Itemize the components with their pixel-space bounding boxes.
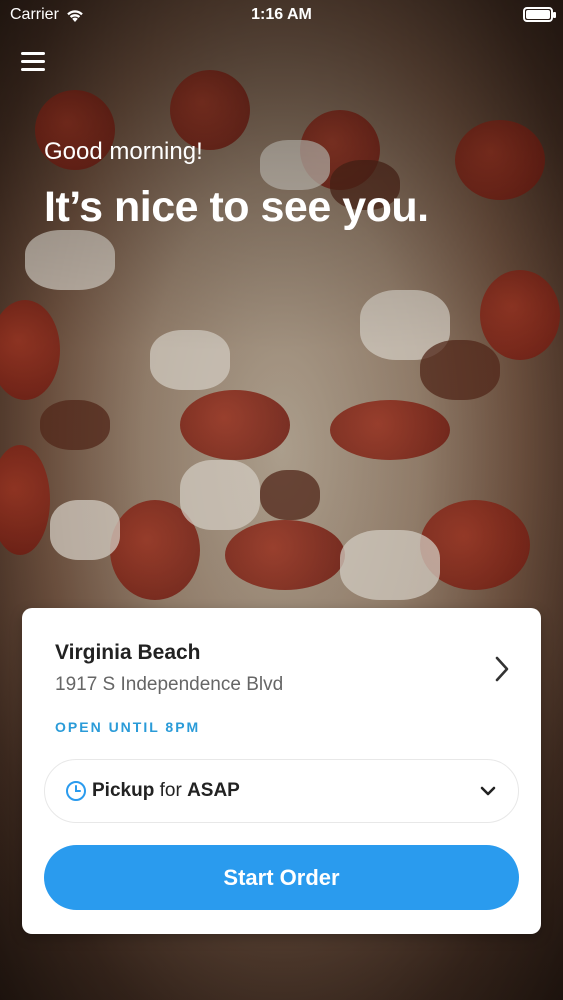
chevron-down-icon [480, 786, 496, 796]
status-bar: Carrier 1:16 AM [0, 0, 563, 30]
order-mode-selector[interactable]: Pickup for ASAP [44, 759, 519, 823]
order-connector: for [159, 780, 182, 801]
clock-icon [66, 781, 86, 801]
open-status: OPEN UNTIL 8PM [55, 719, 201, 735]
order-time: ASAP [187, 780, 240, 801]
greeting-text: Good morning! [44, 138, 203, 165]
chevron-right-icon[interactable] [493, 655, 511, 683]
hamburger-menu-button[interactable] [21, 52, 45, 74]
order-method: Pickup [92, 780, 155, 801]
location-name: Virginia Beach [55, 641, 201, 664]
start-order-button[interactable]: Start Order [44, 845, 519, 910]
battery-icon [523, 7, 556, 22]
location-address: 1917 S Independence Blvd [55, 674, 284, 695]
status-time: 1:16 AM [251, 6, 312, 23]
location-card: Virginia Beach 1917 S Independence Blvd … [22, 608, 541, 934]
headline-text: It’s nice to see you. [44, 183, 429, 231]
